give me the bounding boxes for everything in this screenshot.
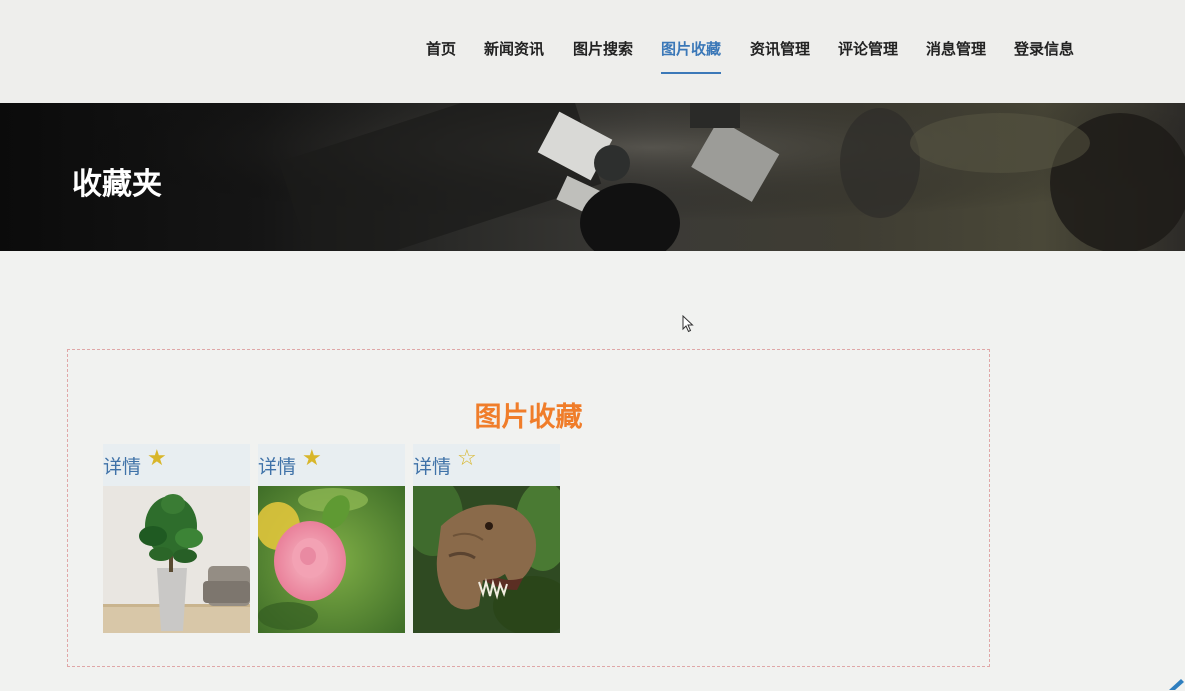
favorites-panel: 图片收藏 详情 ★ 详情 ★ 详情 ☆ [67,349,990,667]
star-icon[interactable]: ★ [302,446,322,471]
detail-link[interactable]: 详情 [413,452,451,479]
potted-plant-image[interactable] [103,486,250,633]
nav-item-news[interactable]: 新闻资讯 [484,38,544,74]
nav-item-home[interactable]: 首页 [426,38,456,74]
dinosaur-head-image[interactable] [413,486,560,633]
top-navbar: 首页 新闻资讯 图片搜索 图片收藏 资讯管理 评论管理 消息管理 登录信息 [0,0,1185,103]
nav-item-image-favorites[interactable]: 图片收藏 [661,38,722,74]
office-photo-background [0,103,1185,251]
nav-item-comment-management[interactable]: 评论管理 [838,38,898,74]
detail-link[interactable]: 详情 [258,452,296,479]
favorite-card: 详情 ★ [103,444,250,633]
card-header: 详情 ★ [258,444,405,486]
star-outline-icon[interactable]: ☆ [457,446,477,471]
detail-link[interactable]: 详情 [103,452,141,479]
card-header: 详情 ☆ [413,444,560,486]
nav-item-message-management[interactable]: 消息管理 [926,38,986,74]
scroll-corner-icon [1169,679,1184,690]
main-nav: 首页 新闻资讯 图片搜索 图片收藏 资讯管理 评论管理 消息管理 登录信息 [0,38,1185,74]
page-banner: 收藏夹 [0,103,1185,251]
nav-item-news-management[interactable]: 资讯管理 [750,38,810,74]
nav-item-login-info[interactable]: 登录信息 [1014,38,1074,74]
mouse-cursor-icon [682,315,694,333]
nav-item-image-search[interactable]: 图片搜索 [573,38,633,74]
pink-camellia-image[interactable] [258,486,405,633]
favorites-title: 图片收藏 [474,402,583,433]
banner-title: 收藏夹 [72,167,162,202]
star-icon[interactable]: ★ [147,446,167,471]
favorite-card: 详情 ☆ [413,444,560,633]
favorite-card: 详情 ★ [258,444,405,633]
card-header: 详情 ★ [103,444,250,486]
